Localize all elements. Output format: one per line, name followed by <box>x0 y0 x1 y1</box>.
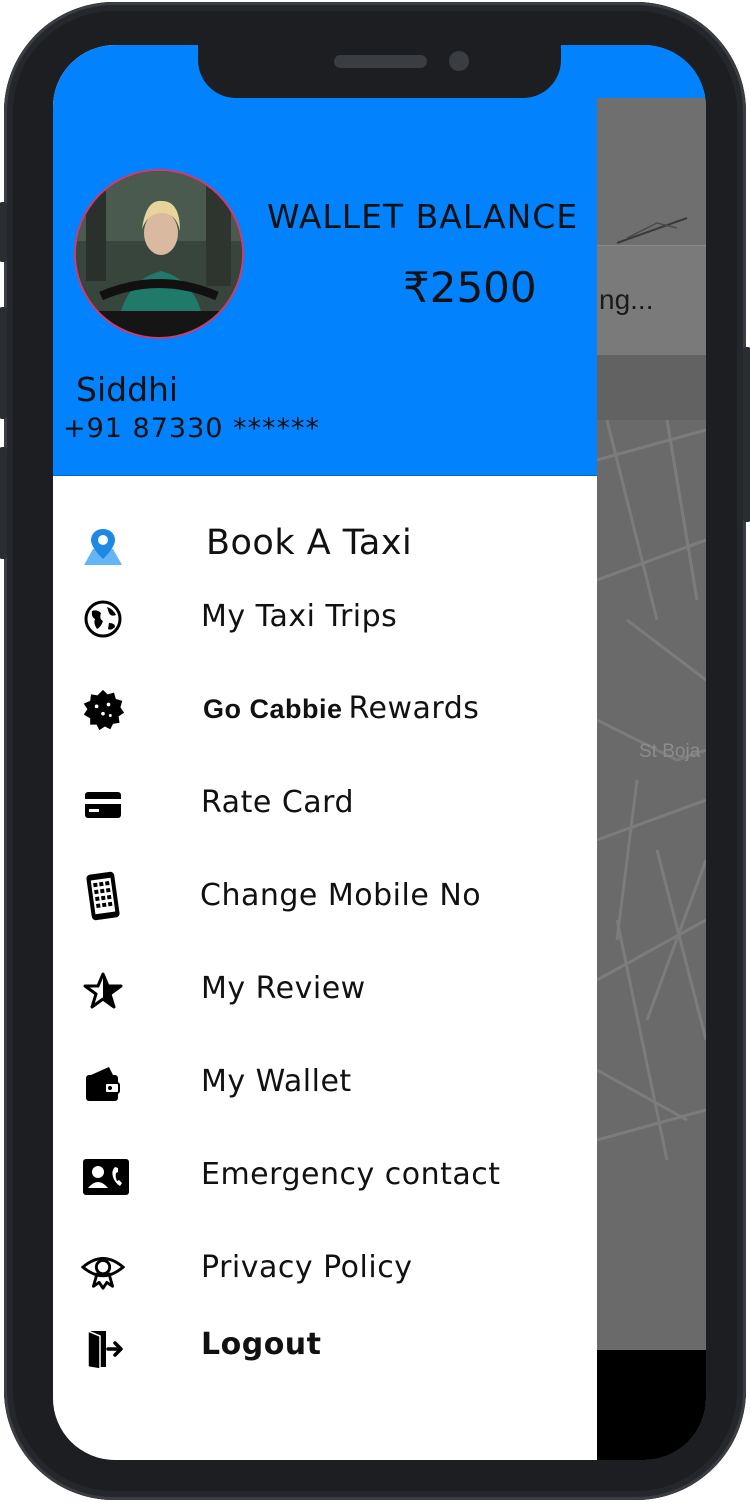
credit-card-icon <box>81 783 125 827</box>
map-divider-bar <box>597 355 706 420</box>
phone-screen: ng... St Boja WALLET BALANCE ₹2500 Siddh… <box>53 45 706 1460</box>
phone-volume-up-button <box>0 307 7 419</box>
go-cabbie-brand: Go Cabbie <box>203 694 343 724</box>
menu-item-label: Book A Taxi <box>206 523 413 563</box>
phone-power-button <box>743 347 750 522</box>
phone-icon <box>81 871 125 921</box>
status-bar-strip <box>597 45 706 98</box>
menu-item-my-review[interactable]: My Review <box>53 961 597 1021</box>
globe-icon <box>81 597 125 641</box>
navigation-drawer: WALLET BALANCE ₹2500 Siddhi +91 87330 **… <box>53 45 706 1460</box>
phone-frame: ng... St Boja WALLET BALANCE ₹2500 Siddh… <box>0 2 750 1500</box>
menu-item-my-wallet[interactable]: My Wallet <box>53 1054 597 1114</box>
star-icon <box>81 969 125 1013</box>
wallet-balance-amount: ₹2500 <box>403 263 537 312</box>
map-loading-text: ng... <box>599 284 654 315</box>
wallet-icon <box>81 1062 125 1106</box>
menu-item-label: Privacy Policy <box>201 1250 413 1285</box>
user-phone: +91 87330 ****** <box>63 413 321 444</box>
map-loading-bar: ng... <box>597 245 706 356</box>
menu-item-label: My Wallet <box>201 1064 352 1099</box>
eye-icon <box>81 1248 125 1292</box>
menu-item-label: Go Cabbie Rewards <box>203 691 479 726</box>
user-name: Siddhi <box>76 370 179 409</box>
phone-mute-button <box>0 202 7 262</box>
speaker-grille <box>334 55 427 68</box>
rewards-text: Rewards <box>348 691 480 726</box>
map-street-label: St Boja <box>639 741 701 762</box>
badge-icon <box>81 688 125 732</box>
map-pin-icon <box>81 525 125 569</box>
contact-card-icon <box>81 1155 131 1199</box>
menu-item-label: My Review <box>201 971 366 1006</box>
menu-item-logout[interactable]: Logout <box>53 1317 597 1377</box>
drawer-header: WALLET BALANCE ₹2500 Siddhi +91 87330 **… <box>53 45 597 476</box>
menu-item-label: Rate Card <box>201 785 355 820</box>
menu-item-change-mobile[interactable]: Change Mobile No <box>53 868 597 928</box>
menu-item-book-taxi[interactable]: Book A Taxi <box>53 517 597 577</box>
menu-item-label: Change Mobile No <box>200 878 482 913</box>
map-streets <box>597 420 706 1161</box>
menu-item-label: Logout <box>201 1327 322 1362</box>
wallet-balance-label: WALLET BALANCE <box>267 197 579 236</box>
menu-item-my-taxi-trips[interactable]: My Taxi Trips <box>53 589 597 649</box>
menu-item-emergency-contact[interactable]: Emergency contact <box>53 1147 597 1207</box>
menu-item-rate-card[interactable]: Rate Card <box>53 775 597 835</box>
menu-item-label: Emergency contact <box>201 1157 501 1192</box>
menu-item-privacy-policy[interactable]: Privacy Policy <box>53 1240 597 1300</box>
menu-item-rewards[interactable]: Go Cabbie Rewards <box>53 679 597 739</box>
avatar[interactable] <box>74 169 244 339</box>
menu-item-label: My Taxi Trips <box>201 599 398 634</box>
avatar-image <box>76 171 242 337</box>
map-top-panel <box>597 98 706 245</box>
logout-icon <box>81 1327 125 1371</box>
front-camera <box>449 51 469 71</box>
phone-notch <box>198 45 561 98</box>
map-bottom-bar <box>597 1350 706 1460</box>
map-pen-icon <box>616 217 688 244</box>
phone-volume-down-button <box>0 447 7 559</box>
